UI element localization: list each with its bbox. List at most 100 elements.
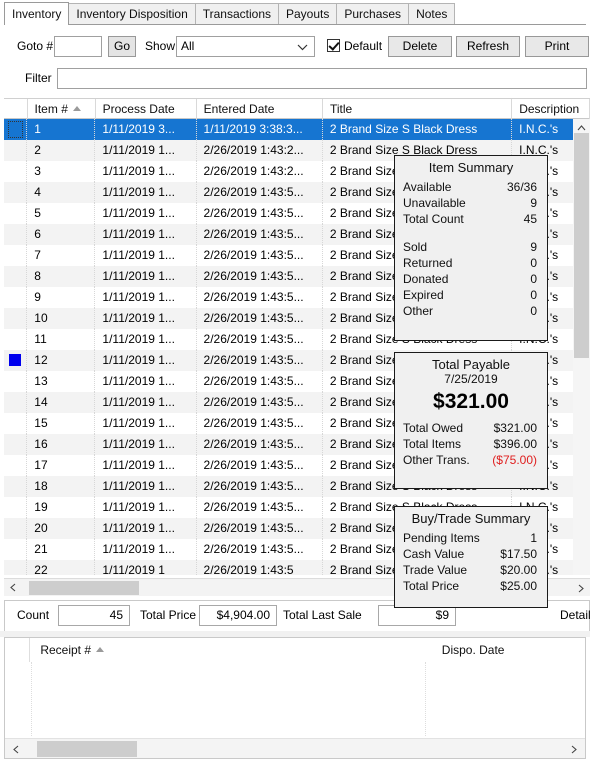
cell-title[interactable]: 2 Brand Size S Black Dress [323,119,513,140]
cell-process[interactable]: 1/11/2019 1... [95,266,197,287]
tab-purchases[interactable]: Purchases [336,3,410,24]
cell-marker[interactable] [4,413,28,434]
cell-item[interactable]: 7 [27,245,96,266]
cell-marker[interactable] [4,539,28,560]
cell-entered[interactable]: 2/26/2019 1:43:5... [197,203,323,224]
cell-entered[interactable]: 2/26/2019 1:43:5... [197,329,323,350]
cell-entered[interactable]: 2/26/2019 1:43:5... [197,266,323,287]
refresh-button[interactable]: Refresh [456,36,520,57]
cell-item[interactable]: 18 [27,476,96,497]
scroll-left-icon[interactable] [4,579,22,597]
cell-item[interactable]: 15 [27,413,96,434]
default-checkbox[interactable] [327,39,340,52]
filter-input[interactable] [57,68,587,89]
column-header-item[interactable]: Item # [28,99,96,119]
cell-entered[interactable]: 2/26/2019 1:43:5... [197,245,323,266]
cell-process[interactable]: 1/11/2019 1... [95,182,197,203]
goto-input[interactable] [54,36,102,57]
cell-marker[interactable] [4,329,28,350]
cell-item[interactable]: 11 [27,329,96,350]
cell-process[interactable]: 1/11/2019 3... [95,119,197,140]
cell-item[interactable]: 17 [27,455,96,476]
cell-entered[interactable]: 2/26/2019 1:43:5... [197,182,323,203]
cell-marker[interactable] [4,182,28,203]
column-header-entered[interactable]: Entered Date [197,99,323,119]
cell-marker[interactable] [4,287,28,308]
cell-process[interactable]: 1/11/2019 1 [95,560,197,575]
cell-process[interactable]: 1/11/2019 1... [95,518,197,539]
cell-item[interactable]: 16 [27,434,96,455]
cell-item[interactable]: 6 [27,224,96,245]
cell-entered[interactable]: 2/26/2019 1:43:5 [197,560,323,575]
cell-item[interactable]: 5 [27,203,96,224]
cell-entered[interactable]: 2/26/2019 1:43:5... [197,455,323,476]
cell-item[interactable]: 1 [27,119,96,140]
tab-inventory-disposition[interactable]: Inventory Disposition [68,3,196,24]
tab-inventory[interactable]: Inventory [4,2,70,25]
cell-process[interactable]: 1/11/2019 1... [95,497,197,518]
cell-entered[interactable]: 2/26/2019 1:43:5... [197,434,323,455]
cell-marker[interactable] [4,455,28,476]
receipt-grid-horizontal-scrollbar[interactable] [5,738,585,758]
cell-process[interactable]: 1/11/2019 1... [95,434,197,455]
cell-item[interactable]: 20 [27,518,96,539]
cell-item[interactable]: 4 [27,182,96,203]
inventory-grid-vertical-scrollbar[interactable] [573,119,590,575]
cell-process[interactable]: 1/11/2019 1... [95,224,197,245]
cell-process[interactable]: 1/11/2019 1... [95,350,197,371]
column-header-marker[interactable] [4,99,28,119]
cell-entered[interactable]: 2/26/2019 1:43:2... [197,161,323,182]
cell-item[interactable]: 3 [27,161,96,182]
receipt-scroll-left-icon[interactable] [7,740,25,758]
cell-entered[interactable]: 2/26/2019 1:43:5... [197,371,323,392]
cell-entered[interactable]: 2/26/2019 1:43:5... [197,350,323,371]
cell-marker[interactable] [4,434,28,455]
tab-payouts[interactable]: Payouts [278,3,338,24]
cell-process[interactable]: 1/11/2019 1... [95,287,197,308]
cell-entered[interactable]: 2/26/2019 1:43:5... [197,392,323,413]
cell-item[interactable]: 2 [27,140,96,161]
scroll-right-icon[interactable] [572,579,590,596]
table-row[interactable]: 1 1/11/2019 3... 1/11/2019 3:38:3... 2 Bran… [4,119,590,140]
column-header-description[interactable]: Description [512,99,590,119]
cell-process[interactable]: 1/11/2019 1... [95,203,197,224]
cell-item[interactable]: 14 [27,392,96,413]
tab-notes[interactable]: Notes [408,3,456,24]
cell-item[interactable]: 8 [27,266,96,287]
cell-entered[interactable]: 2/26/2019 1:43:5... [197,308,323,329]
delete-button[interactable]: Delete [388,36,452,57]
cell-marker[interactable] [4,140,28,161]
cell-process[interactable]: 1/11/2019 1... [95,413,197,434]
cell-process[interactable]: 1/11/2019 1... [95,455,197,476]
cell-item[interactable]: 21 [27,539,96,560]
cell-process[interactable]: 1/11/2019 1... [95,392,197,413]
go-button[interactable]: Go [108,36,136,57]
cell-marker[interactable] [4,350,28,371]
cell-entered[interactable]: 2/26/2019 1:43:5... [197,413,323,434]
cell-process[interactable]: 1/11/2019 1... [95,308,197,329]
column-header-process[interactable]: Process Date [96,99,197,119]
cell-marker[interactable] [4,371,28,392]
cell-process[interactable]: 1/11/2019 1... [95,371,197,392]
receipt-grid-body[interactable] [5,662,585,736]
cell-process[interactable]: 1/11/2019 1... [95,140,197,161]
cell-entered[interactable]: 2/26/2019 1:43:2... [197,140,323,161]
cell-entered[interactable]: 2/26/2019 1:43:5... [197,539,323,560]
cell-marker[interactable] [4,308,28,329]
cell-item[interactable]: 22 [27,560,96,575]
cell-entered[interactable]: 2/26/2019 1:43:5... [197,287,323,308]
cell-entered[interactable]: 2/26/2019 1:43:5... [197,518,323,539]
receipt-column-header-dispo[interactable]: Dispo. Date [432,638,585,662]
cell-item[interactable]: 13 [27,371,96,392]
horizontal-scroll-thumb[interactable] [29,581,139,595]
cell-marker[interactable] [4,203,28,224]
cell-item[interactable]: 19 [27,497,96,518]
cell-marker[interactable] [4,392,28,413]
cell-marker[interactable] [4,161,28,182]
cell-marker[interactable] [4,245,28,266]
cell-process[interactable]: 1/11/2019 1... [95,161,197,182]
cell-entered[interactable]: 2/26/2019 1:43:5... [197,224,323,245]
cell-marker[interactable] [4,476,28,497]
cell-process[interactable]: 1/11/2019 1... [95,245,197,266]
cell-marker[interactable] [4,497,28,518]
